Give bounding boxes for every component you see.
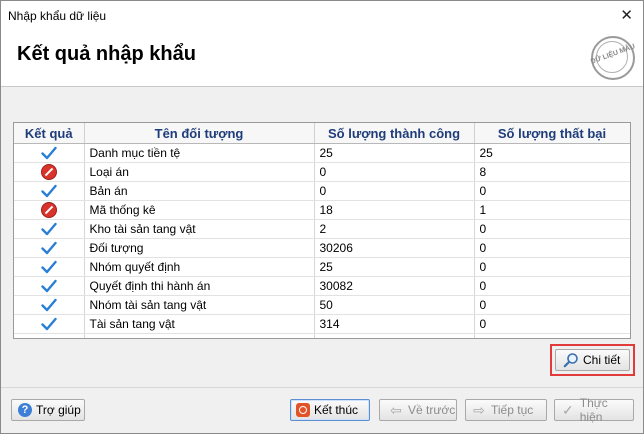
next-arrow-icon: ⇨ bbox=[473, 401, 485, 418]
object-name-cell: Nhóm tài sản tang vật bbox=[84, 295, 315, 315]
detail-button-highlight: Chi tiết bbox=[550, 344, 635, 376]
next-button[interactable]: ⇨ Tiếp tục bbox=[465, 399, 547, 421]
finish-icon bbox=[296, 403, 310, 417]
empty-row bbox=[14, 333, 630, 338]
object-name-cell: Quyết định thi hành án bbox=[84, 276, 315, 296]
success-count-cell: 25 bbox=[314, 257, 475, 277]
table-row[interactable]: Tài sản tang vật 314 0 bbox=[14, 314, 630, 334]
title-bar: Nhập khẩu dữ liệu ✕ bbox=[1, 1, 643, 31]
success-check-icon bbox=[41, 242, 57, 255]
table-row[interactable]: Đối tượng 30206 0 bbox=[14, 238, 630, 258]
success-check-icon bbox=[41, 318, 57, 331]
results-table[interactable]: Kết quả Tên đối tượng Số lượng thành côn… bbox=[13, 122, 631, 339]
run-check-icon: ✓ bbox=[562, 401, 574, 418]
table-row[interactable]: Kho tài sản tang vật 2 0 bbox=[14, 219, 630, 239]
success-count-cell: 314 bbox=[314, 314, 475, 334]
object-name-cell: Danh mục tiền tệ bbox=[84, 143, 315, 163]
magnifier-icon bbox=[563, 353, 578, 368]
back-button[interactable]: ⇦ Về trước bbox=[379, 399, 457, 421]
help-button-label: Trợ giúp bbox=[36, 403, 81, 417]
fail-count-cell: 1 bbox=[474, 200, 630, 220]
error-icon bbox=[40, 202, 57, 218]
object-name-cell: Kho tài sản tang vật bbox=[84, 219, 315, 239]
window-title: Nhập khẩu dữ liệu bbox=[8, 9, 107, 23]
result-cell bbox=[14, 143, 85, 163]
fail-count-cell: 0 bbox=[474, 295, 630, 315]
success-count-cell: 25 bbox=[314, 143, 475, 163]
fail-count-cell: 0 bbox=[474, 314, 630, 334]
result-cell bbox=[14, 219, 85, 239]
object-name-cell: Mã thống kê bbox=[84, 200, 315, 220]
column-header-object-name[interactable]: Tên đối tượng bbox=[84, 123, 315, 144]
detail-button-label: Chi tiết bbox=[583, 353, 621, 367]
sample-data-stamp-icon: DỮ LIỆU MẪU bbox=[590, 36, 636, 80]
result-cell bbox=[14, 276, 85, 296]
table-row[interactable]: Loại án 0 8 bbox=[14, 162, 630, 182]
success-count-cell: 50 bbox=[314, 295, 475, 315]
error-icon bbox=[40, 164, 57, 180]
import-dialog: Nhập khẩu dữ liệu ✕ Kết quả nhập khẩu DỮ… bbox=[0, 0, 644, 434]
success-check-icon bbox=[41, 261, 57, 274]
object-name-cell: Đối tượng bbox=[84, 238, 315, 258]
next-button-label: Tiếp tục bbox=[491, 403, 534, 417]
success-check-icon bbox=[41, 185, 57, 198]
fail-count-cell: 25 bbox=[474, 143, 630, 163]
run-button[interactable]: ✓ Thực hiện bbox=[554, 396, 634, 424]
help-button[interactable]: ? Trợ giúp bbox=[11, 399, 85, 421]
fail-count-cell: 0 bbox=[474, 276, 630, 296]
success-check-icon bbox=[41, 299, 57, 312]
fail-count-cell: 0 bbox=[474, 181, 630, 201]
table-row[interactable]: Nhóm tài sản tang vật 50 0 bbox=[14, 295, 630, 315]
table-row[interactable]: Nhóm quyết định 25 0 bbox=[14, 257, 630, 277]
detail-button[interactable]: Chi tiết bbox=[555, 349, 630, 371]
success-check-icon bbox=[41, 223, 57, 236]
page-title: Kết quả nhập khẩu bbox=[17, 43, 196, 65]
result-cell bbox=[14, 200, 85, 220]
object-name-cell: Bản án bbox=[84, 181, 315, 201]
table-row[interactable]: Mã thống kê 18 1 bbox=[14, 200, 630, 220]
success-count-cell: 30206 bbox=[314, 238, 475, 258]
success-count-cell: 0 bbox=[314, 162, 475, 182]
success-count-cell: 18 bbox=[314, 200, 475, 220]
result-cell bbox=[14, 238, 85, 258]
footer-divider bbox=[1, 387, 643, 388]
fail-count-cell: 0 bbox=[474, 238, 630, 258]
success-check-icon bbox=[41, 147, 57, 160]
run-button-label: Thực hiện bbox=[579, 396, 608, 424]
column-header-success-count[interactable]: Số lượng thành công bbox=[314, 123, 475, 144]
fail-count-cell: 8 bbox=[474, 162, 630, 182]
back-button-label: Về trước bbox=[408, 403, 456, 417]
result-cell bbox=[14, 162, 85, 182]
success-count-cell: 30082 bbox=[314, 276, 475, 296]
result-cell bbox=[14, 295, 85, 315]
object-name-cell: Tài sản tang vật bbox=[84, 314, 315, 334]
table-row[interactable]: Quyết định thi hành án 30082 0 bbox=[14, 276, 630, 296]
table-row[interactable]: Danh mục tiền tệ 25 25 bbox=[14, 143, 630, 163]
finish-button[interactable]: Kết thúc bbox=[290, 399, 370, 421]
result-cell bbox=[14, 314, 85, 334]
success-count-cell: 0 bbox=[314, 181, 475, 201]
header-panel: Kết quả nhập khẩu DỮ LIỆU MẪU bbox=[1, 31, 643, 87]
table-header-row: Kết quả Tên đối tượng Số lượng thành côn… bbox=[14, 123, 630, 144]
object-name-cell: Loại án bbox=[84, 162, 315, 182]
back-arrow-icon: ⇦ bbox=[390, 401, 402, 418]
result-cell bbox=[14, 257, 85, 277]
success-check-icon bbox=[41, 280, 57, 293]
fail-count-cell: 0 bbox=[474, 257, 630, 277]
object-name-cell: Nhóm quyết định bbox=[84, 257, 315, 277]
table-row[interactable]: Bản án 0 0 bbox=[14, 181, 630, 201]
fail-count-cell: 0 bbox=[474, 219, 630, 239]
help-icon: ? bbox=[18, 403, 32, 417]
success-count-cell: 2 bbox=[314, 219, 475, 239]
close-icon[interactable]: ✕ bbox=[620, 8, 633, 23]
result-cell bbox=[14, 181, 85, 201]
column-header-result[interactable]: Kết quả bbox=[14, 123, 85, 144]
column-header-fail-count[interactable]: Số lượng thất bại bbox=[474, 123, 630, 144]
finish-button-label: Kết thúc bbox=[314, 403, 359, 417]
